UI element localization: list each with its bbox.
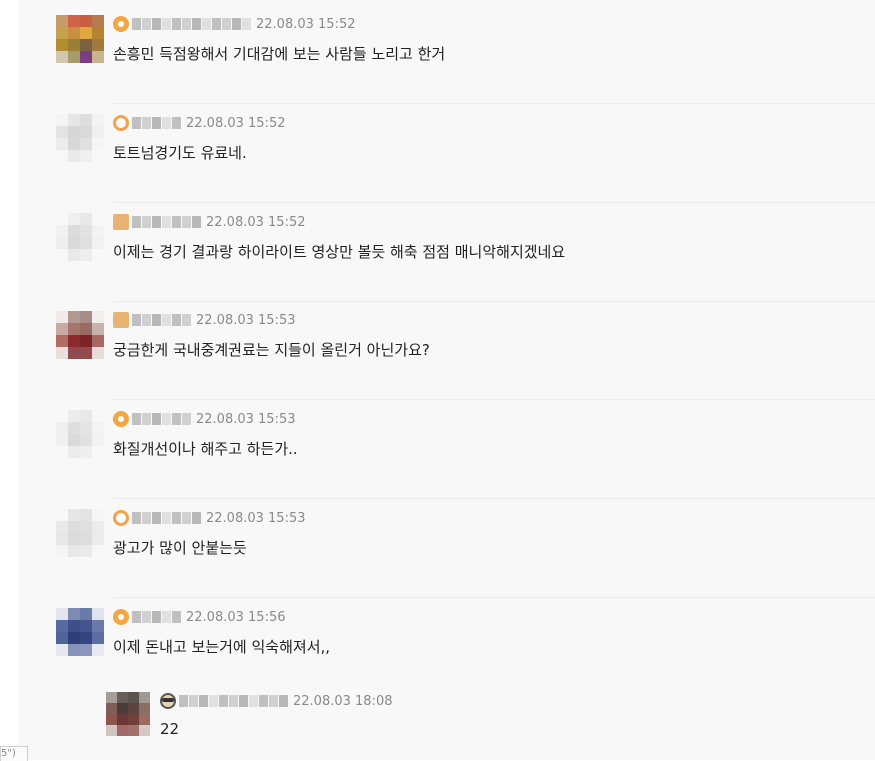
comment-timestamp: 22.08.03 15:53 — [206, 510, 306, 526]
user-avatar[interactable] — [56, 213, 104, 261]
level-badge-icon — [160, 693, 176, 709]
level-badge-icon — [113, 214, 129, 230]
user-avatar[interactable] — [56, 311, 104, 359]
comment-text: 화질개선이나 해주고 하든가.. — [113, 440, 298, 458]
username-blurred[interactable] — [132, 511, 202, 525]
user-avatar[interactable] — [56, 410, 104, 458]
user-avatar[interactable] — [106, 692, 150, 736]
comment-meta: 22.08.03 15:56 — [113, 608, 286, 626]
comment-timestamp: 22.08.03 15:53 — [196, 312, 296, 328]
level-badge-icon — [113, 411, 129, 427]
username-blurred[interactable] — [132, 17, 252, 31]
comment-text: 궁금한게 국내중계권료는 지들이 올린거 아닌가요? — [113, 341, 430, 359]
comment-timestamp: 22.08.03 15:52 — [186, 115, 286, 131]
comment-timestamp: 22.08.03 18:08 — [293, 693, 393, 709]
comment-timestamp: 22.08.03 15:52 — [256, 16, 356, 32]
username-blurred[interactable] — [132, 215, 202, 229]
comment-text: 토트넘경기도 유료네. — [113, 144, 247, 162]
comment-text: 손흥민 득점왕해서 기대감에 보는 사람들 노리고 한거 — [113, 45, 446, 63]
comment-meta: 22.08.03 15:52 — [113, 15, 356, 33]
comment-meta: 22.08.03 18:08 — [160, 692, 393, 710]
corner-tag: 5") — [0, 746, 28, 761]
comment-text: 이제는 경기 결과랑 하이라이트 영상만 볼듯 해축 점점 매니악해지겠네요 — [113, 243, 566, 261]
user-avatar[interactable] — [56, 608, 104, 656]
comment-meta: 22.08.03 15:53 — [113, 311, 296, 329]
level-badge-icon — [113, 609, 129, 625]
level-badge-icon — [113, 312, 129, 328]
username-blurred[interactable] — [179, 694, 289, 708]
comment-timestamp: 22.08.03 15:53 — [196, 411, 296, 427]
user-avatar[interactable] — [56, 509, 104, 557]
level-badge-icon — [113, 16, 129, 32]
comment-meta: 22.08.03 15:53 — [113, 410, 296, 428]
comment-timestamp: 22.08.03 15:52 — [206, 214, 306, 230]
comment-timestamp: 22.08.03 15:56 — [186, 609, 286, 625]
comment-meta: 22.08.03 15:53 — [113, 509, 306, 527]
username-blurred[interactable] — [132, 116, 182, 130]
user-avatar[interactable] — [56, 15, 104, 63]
comment-divider — [113, 498, 875, 499]
comment-divider — [113, 103, 875, 104]
comment-text: 광고가 많이 안붙는듯 — [113, 539, 247, 557]
comment-panel: 22.08.03 15:52 손흥민 득점왕해서 기대감에 보는 사람들 노리고 … — [18, 0, 875, 760]
username-blurred[interactable] — [132, 313, 192, 327]
comment-text: 22 — [160, 720, 180, 738]
username-blurred[interactable] — [132, 412, 192, 426]
level-badge-icon — [113, 115, 129, 131]
comment-text: 이제 돈내고 보는거에 익숙해져서,, — [113, 638, 331, 656]
comment-meta: 22.08.03 15:52 — [113, 213, 306, 231]
comment-divider — [113, 399, 875, 400]
comment-divider — [113, 597, 875, 598]
user-avatar[interactable] — [56, 114, 104, 162]
comment-divider — [113, 301, 875, 302]
username-blurred[interactable] — [132, 610, 182, 624]
level-badge-icon — [113, 510, 129, 526]
comment-meta: 22.08.03 15:52 — [113, 114, 286, 132]
comment-divider — [113, 202, 875, 203]
